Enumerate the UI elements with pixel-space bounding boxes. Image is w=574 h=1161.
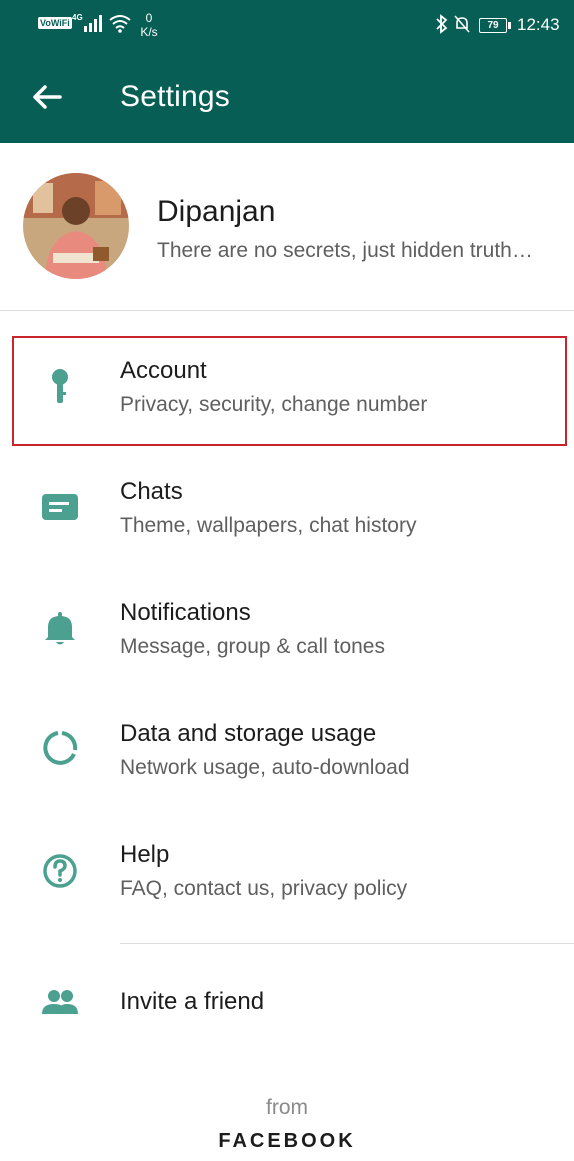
wifi-icon [109, 15, 131, 33]
vowifi-indicator: VoWiFi [38, 17, 72, 29]
people-icon [42, 990, 78, 1014]
settings-item-help[interactable]: Help FAQ, contact us, privacy policy [0, 811, 574, 932]
settings-item-data-storage[interactable]: Data and storage usage Network usage, au… [0, 690, 574, 811]
app-bar: Settings [0, 50, 574, 143]
settings-item-notifications[interactable]: Notifications Message, group & call tone… [0, 569, 574, 690]
profile-name: Dipanjan [157, 195, 276, 228]
item-label: Invite a friend [120, 988, 265, 1015]
mute-bell-icon [454, 15, 470, 33]
net-speed-value: 0 [145, 11, 153, 25]
status-bar: VoWiFi 4G 0 K/s 79 12:43 [0, 0, 574, 50]
footer-brand: FACEBOOK [218, 1130, 356, 1152]
item-subtitle: Theme, wallpapers, chat history [120, 514, 417, 537]
profile-status: There are no secrets, just hidden truth… [157, 239, 533, 262]
item-subtitle: Network usage, auto-download [120, 756, 410, 779]
item-subtitle: Message, group & call tones [120, 635, 385, 658]
footer-from: from [266, 1096, 308, 1119]
help-icon [43, 854, 77, 888]
highlight-box [12, 336, 567, 446]
clock: 12:43 [517, 15, 560, 34]
bluetooth-icon [436, 14, 448, 34]
net-speed: 0 K/s [138, 11, 160, 39]
battery-indicator: 79 [479, 18, 511, 33]
item-label: Chats [120, 478, 183, 505]
signal-icon [84, 15, 102, 32]
page-title: Settings [120, 80, 230, 113]
item-label: Notifications [120, 599, 251, 626]
chat-icon [42, 494, 78, 520]
settings-item-invite[interactable]: Invite a friend [0, 944, 574, 1064]
bell-icon [45, 612, 75, 645]
item-subtitle: FAQ, contact us, privacy policy [120, 877, 408, 900]
item-label: Help [120, 841, 170, 868]
network-type: 4G [72, 13, 83, 22]
divider [0, 310, 574, 311]
data-usage-icon [43, 731, 78, 765]
settings-item-chats[interactable]: Chats Theme, wallpapers, chat history [0, 448, 574, 569]
net-speed-unit: K/s [140, 25, 158, 39]
profile-section[interactable]: Dipanjan There are no secrets, just hidd… [0, 143, 574, 310]
avatar[interactable] [23, 173, 129, 279]
item-label: Data and storage usage [120, 720, 377, 747]
back-arrow-icon[interactable] [30, 80, 64, 114]
profile-photo [23, 173, 129, 279]
